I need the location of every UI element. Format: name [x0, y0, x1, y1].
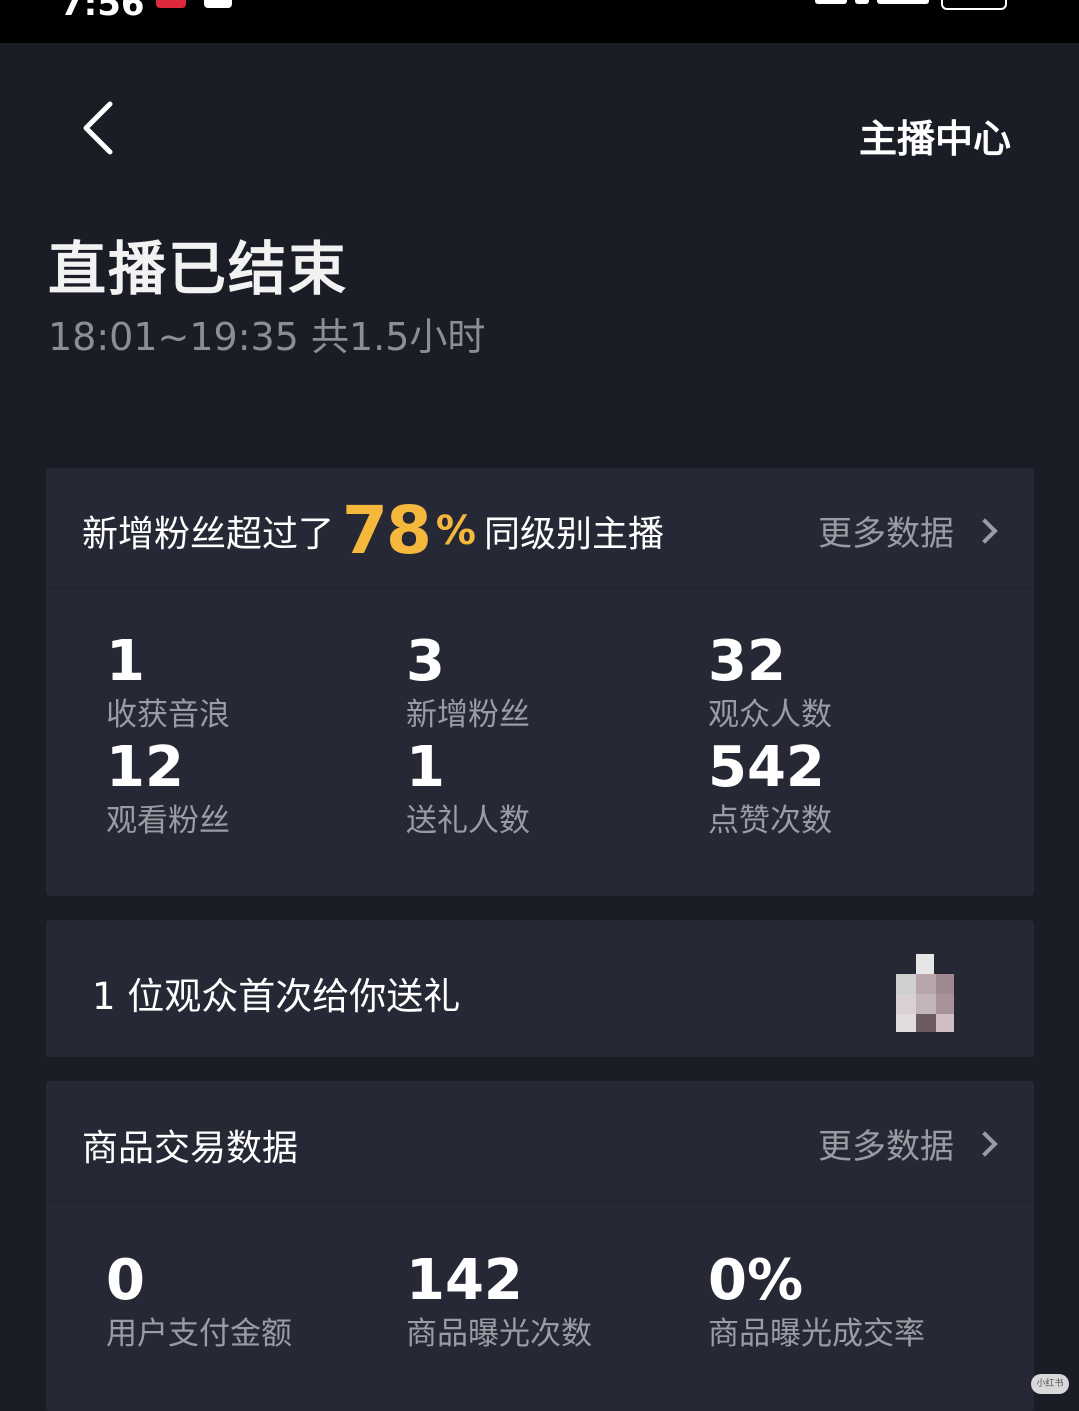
goods-more-data-link[interactable]: 更多数据	[818, 1119, 998, 1168]
stat-item: 12 观看粉丝	[106, 736, 386, 842]
stat-item: 0% 商品曝光成交率	[708, 1249, 988, 1355]
fans-headline-prefix: 新增粉丝超过了	[82, 513, 335, 555]
stat-label: 新增粉丝	[406, 697, 530, 733]
stat-value: 0%	[708, 1248, 804, 1313]
status-bar: 7:56	[0, 0, 1079, 43]
signal-strength-icon	[877, 0, 929, 4]
stat-value: 32	[708, 629, 786, 694]
fans-headline-suffix: 同级别主播	[483, 513, 664, 555]
stat-item: 1 送礼人数	[406, 736, 686, 842]
stat-item: 32 观众人数	[708, 630, 988, 736]
back-button[interactable]	[80, 100, 120, 156]
stat-item: 142 商品曝光次数	[406, 1249, 686, 1355]
fans-percent-sign: %	[435, 507, 476, 554]
stat-label: 商品曝光成交率	[708, 1316, 925, 1352]
fans-card-header: 新增粉丝超过了 78 % 同级别主播 更多数据	[46, 468, 1034, 589]
notification-badge-icon	[156, 0, 186, 8]
stat-label: 送礼人数	[406, 803, 530, 839]
fans-more-data-link[interactable]: 更多数据	[818, 506, 998, 555]
stat-value: 542	[708, 735, 825, 800]
first-gift-card[interactable]: 1 位观众首次给你送礼	[46, 920, 1034, 1057]
goods-card-header: 商品交易数据 更多数据	[46, 1081, 1034, 1202]
status-time: 7:56	[60, 0, 145, 24]
stat-label: 用户支付金额	[106, 1316, 292, 1352]
stat-value: 1	[106, 629, 145, 694]
stat-item: 3 新增粉丝	[406, 630, 686, 736]
streamer-center-link[interactable]: 主播中心	[859, 108, 1011, 163]
stat-item: 542 点赞次数	[708, 736, 988, 842]
stat-value: 142	[406, 1248, 523, 1313]
stat-value: 12	[106, 735, 184, 800]
notification-icon	[204, 0, 232, 8]
stat-value: 0	[106, 1248, 145, 1313]
stat-label: 观看粉丝	[106, 803, 230, 839]
live-time-range: 18:01~19:35 共1.5小时	[48, 315, 486, 359]
more-data-label: 更多数据	[818, 1127, 954, 1167]
chevron-left-icon	[83, 101, 113, 155]
chevron-right-icon	[972, 1130, 998, 1157]
battery-icon	[941, 0, 1007, 10]
stat-label: 观众人数	[708, 697, 832, 733]
first-gift-text: 1 位观众首次给你送礼	[92, 975, 461, 1018]
fans-data-card: 新增粉丝超过了 78 % 同级别主播 更多数据 1 收获音浪 3 新增粉丝 32…	[46, 468, 1034, 896]
chevron-right-icon	[972, 517, 998, 544]
stat-item: 0 用户支付金额	[106, 1249, 386, 1355]
stat-value: 1	[406, 735, 445, 800]
watermark-logo: 小红书	[1031, 1374, 1069, 1394]
gifter-avatar[interactable]	[896, 954, 954, 1032]
stat-label: 收获音浪	[106, 697, 230, 733]
goods-trade-card: 商品交易数据 更多数据 0 用户支付金额 142 商品曝光次数 0% 商品曝光成…	[46, 1081, 1034, 1411]
fans-percent-value: 78	[342, 492, 432, 569]
fans-ranking-headline: 新增粉丝超过了 78 % 同级别主播	[82, 492, 664, 569]
hd-icon	[855, 0, 869, 4]
stat-value: 3	[406, 629, 445, 694]
more-data-label: 更多数据	[818, 514, 954, 554]
signal-icons	[815, 0, 929, 8]
stat-label: 点赞次数	[708, 803, 832, 839]
stat-item: 1 收获音浪	[106, 630, 386, 736]
page-title: 直播已结束	[48, 235, 349, 303]
goods-card-title: 商品交易数据	[82, 1128, 299, 1169]
stat-label: 商品曝光次数	[406, 1316, 592, 1352]
wifi-icon	[815, 0, 847, 4]
